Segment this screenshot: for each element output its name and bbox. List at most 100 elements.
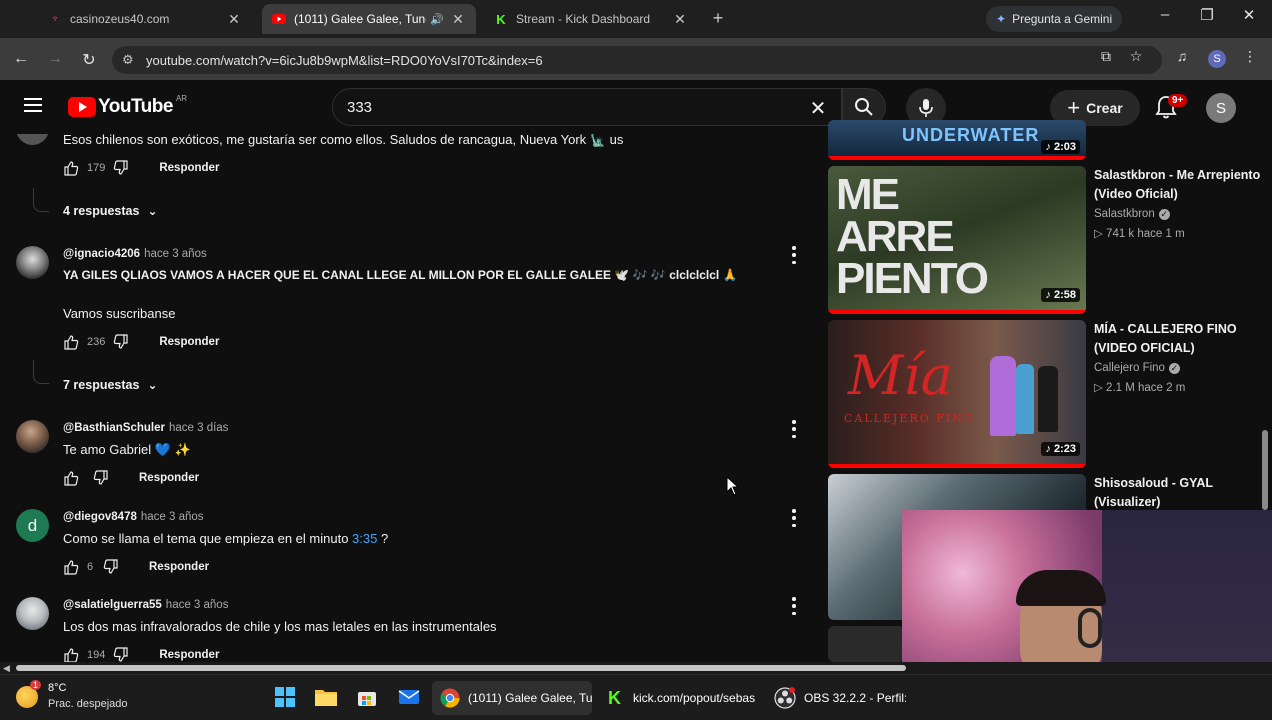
- forward-icon[interactable]: →: [44, 50, 66, 68]
- browser-profile-avatar[interactable]: S: [1208, 50, 1226, 68]
- comment-handle[interactable]: @ignacio4206: [63, 248, 140, 260]
- horizontal-scrollbar[interactable]: ◀: [0, 662, 1272, 674]
- back-icon[interactable]: ←: [10, 50, 32, 68]
- duration-badge: ♪ 2:58: [1041, 288, 1080, 302]
- comment-menu-icon[interactable]: [790, 246, 798, 264]
- reply-button[interactable]: Responder: [139, 472, 199, 484]
- duration-badge: ♪ 2:23: [1041, 442, 1080, 456]
- reply-button[interactable]: Responder: [159, 162, 219, 174]
- comment-time[interactable]: hace 3 días: [169, 422, 228, 434]
- tab-casino[interactable]: ♆ casinozeus40.com ✕: [38, 4, 252, 34]
- file-explorer-icon[interactable]: [313, 684, 339, 710]
- view-replies-button[interactable]: 4 respuestas ⌄: [63, 204, 158, 218]
- close-tab-icon[interactable]: ✕: [672, 11, 688, 28]
- reply-button[interactable]: Responder: [149, 561, 209, 573]
- comment-time[interactable]: hace 3 años: [144, 248, 207, 260]
- comment-menu-icon[interactable]: [790, 509, 798, 527]
- video-thumbnail[interactable]: UNDERWATER ♪ 2:03: [828, 120, 1086, 160]
- like-icon[interactable]: [63, 647, 79, 662]
- commenter-avatar[interactable]: d: [16, 509, 49, 542]
- thumbnail-text: ME ARRE PIENTO: [836, 173, 989, 301]
- comments-section: Esos chilenos son exóticos, me gustaría …: [0, 134, 820, 662]
- scrollbar-thumb[interactable]: [16, 665, 906, 671]
- site-info-icon[interactable]: ⚙: [122, 52, 134, 68]
- search-input[interactable]: 333: [332, 88, 842, 126]
- comment-menu-icon[interactable]: [790, 420, 798, 438]
- comment-handle[interactable]: @salatielguerra55: [63, 599, 162, 611]
- channel-name[interactable]: Salastkbron ✓: [1094, 208, 1170, 220]
- dislike-icon[interactable]: [113, 647, 129, 662]
- reply-button[interactable]: Responder: [159, 336, 219, 348]
- install-app-icon[interactable]: ⧉: [1094, 48, 1118, 65]
- video-title[interactable]: Shisosaloud - GYAL (Visualizer): [1094, 474, 1264, 512]
- tab-youtube[interactable]: (1011) Galee Galee, Tunechi 🔊 ✕: [262, 4, 476, 34]
- comment-menu-icon[interactable]: [790, 597, 798, 615]
- commenter-avatar[interactable]: [16, 246, 49, 279]
- mail-icon[interactable]: [396, 684, 422, 710]
- comment-text: Los dos mas infravalorados de chile y lo…: [63, 619, 497, 634]
- media-control-icon[interactable]: ♫: [1170, 48, 1194, 64]
- account-avatar[interactable]: S: [1206, 93, 1236, 123]
- weather-widget[interactable]: 1 8°C Prac. despejado: [14, 680, 134, 714]
- comment-handle[interactable]: @diegov8478: [63, 511, 137, 523]
- chrome-icon: [440, 688, 460, 708]
- like-icon[interactable]: [63, 559, 79, 575]
- tab-kick[interactable]: K Stream - Kick Dashboard ✕: [484, 4, 698, 34]
- youtube-logo[interactable]: YouTube AR: [68, 94, 187, 118]
- commenter-avatar[interactable]: [16, 597, 49, 630]
- comment-text: YA GILES QLIAOS VAMOS A HACER QUE EL CAN…: [63, 268, 738, 282]
- new-tab-icon[interactable]: +: [708, 8, 728, 29]
- dislike-icon[interactable]: [103, 559, 119, 575]
- dislike-icon[interactable]: [113, 334, 129, 350]
- gemini-button[interactable]: ✦ Pregunta a Gemini: [986, 6, 1123, 32]
- taskbar-app-obs[interactable]: OBS 32.2.2 - Perfil: I: [768, 681, 906, 715]
- search-icon: [855, 98, 873, 116]
- reply-button[interactable]: Responder: [159, 649, 219, 661]
- thumbnail-text: UNDERWATER: [902, 125, 1040, 145]
- comment-time[interactable]: hace 3 años: [141, 511, 204, 523]
- dislike-icon[interactable]: [113, 160, 129, 176]
- reload-icon[interactable]: ↻: [78, 50, 100, 70]
- close-tab-icon[interactable]: ✕: [226, 11, 242, 28]
- video-thumbnail[interactable]: Mía CALLEJERO FINO ♪ 2:23: [828, 320, 1086, 468]
- commenter-avatar[interactable]: [16, 420, 49, 453]
- upload-age: hace 2 m: [1138, 382, 1186, 394]
- dislike-icon[interactable]: [93, 470, 109, 486]
- video-thumbnail[interactable]: ME ARRE PIENTO ♪ 2:58: [828, 166, 1086, 314]
- page-scrollbar[interactable]: [1262, 430, 1268, 510]
- plus-icon: +: [1067, 95, 1081, 120]
- taskbar-app-kick[interactable]: K kick.com/popout/sebas: [600, 681, 762, 715]
- video-thumbnail[interactable]: [828, 626, 904, 662]
- video-title[interactable]: Salastkbron - Me Arrepiento (Video Ofici…: [1094, 166, 1264, 204]
- watched-progress-bar: [828, 464, 1086, 468]
- like-icon[interactable]: [63, 160, 79, 176]
- minimize-icon[interactable]: –: [1150, 6, 1180, 23]
- browser-menu-icon[interactable]: ⋮: [1238, 48, 1262, 65]
- url-bar[interactable]: ⚙ youtube.com/watch?v=6icJu8b9wpM&list=R…: [112, 46, 1162, 74]
- hamburger-menu-icon[interactable]: [24, 98, 42, 112]
- comment-actions: Responder: [63, 468, 199, 488]
- like-icon[interactable]: [63, 470, 79, 486]
- comment-time[interactable]: hace 3 años: [166, 599, 229, 611]
- like-icon[interactable]: [63, 334, 79, 350]
- microsoft-store-icon[interactable]: [354, 684, 380, 710]
- clear-search-icon[interactable]: ✕: [806, 96, 830, 121]
- close-window-icon[interactable]: ✕: [1234, 6, 1264, 24]
- comment-text: Te amo Gabriel 💙 ✨: [63, 442, 191, 457]
- youtube-play-icon: [68, 97, 96, 117]
- timestamp-link[interactable]: 3:35: [352, 531, 377, 546]
- start-menu-icon[interactable]: [272, 684, 298, 710]
- speaker-icon[interactable]: 🔊: [430, 13, 444, 26]
- taskbar-app-chrome[interactable]: (1011) Galee Galee, Tune: [432, 681, 592, 715]
- comment-handle[interactable]: @BasthianSchuler: [63, 422, 165, 434]
- view-replies-button[interactable]: 7 respuestas ⌄: [63, 378, 158, 392]
- commenter-avatar[interactable]: [16, 134, 49, 145]
- comment-actions: 179 Responder: [63, 158, 219, 178]
- video-title[interactable]: MÍA - CALLEJERO FINO (VIDEO OFICIAL): [1094, 320, 1264, 358]
- mouse-cursor-icon: [726, 476, 740, 496]
- close-tab-icon[interactable]: ✕: [450, 11, 466, 28]
- channel-name[interactable]: Callejero Fino ✓: [1094, 362, 1180, 374]
- bookmark-star-icon[interactable]: ☆: [1124, 48, 1148, 65]
- scroll-left-icon[interactable]: ◀: [3, 663, 10, 674]
- restore-icon[interactable]: ❐: [1192, 6, 1222, 24]
